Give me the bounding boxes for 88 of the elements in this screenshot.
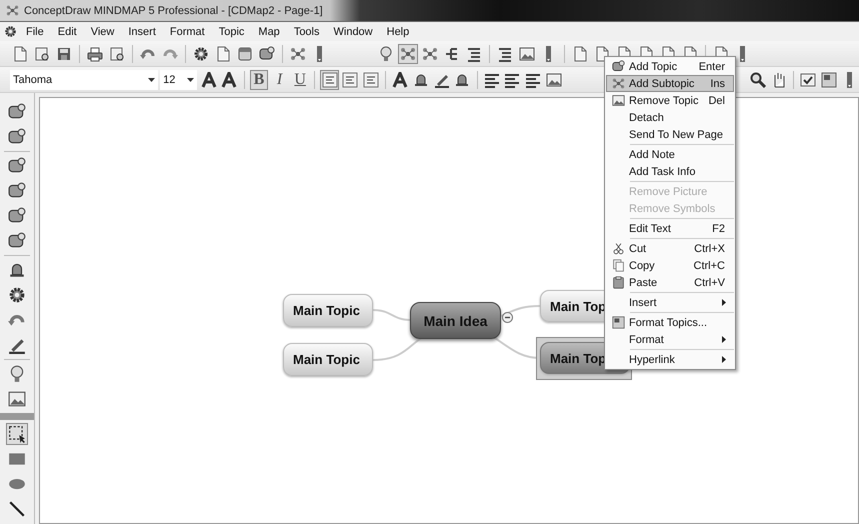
topic-node-icon[interactable] xyxy=(8,207,26,225)
central-topic-node[interactable]: Main Idea xyxy=(410,302,501,339)
bulb-icon[interactable] xyxy=(8,365,26,383)
node-cluster-icon[interactable] xyxy=(290,46,306,62)
paste-icon xyxy=(612,276,624,289)
dropdown-caret-icon xyxy=(187,78,194,82)
bell-icon[interactable] xyxy=(413,72,430,88)
printer-icon[interactable] xyxy=(87,46,103,62)
dropdown-caret-icon xyxy=(148,78,156,82)
menu-item[interactable]: Window xyxy=(328,24,378,38)
topic-node-icon[interactable] xyxy=(8,232,26,250)
bulb-icon[interactable] xyxy=(378,46,394,62)
topic-node[interactable]: Main Topic xyxy=(283,343,373,376)
font-size-field[interactable]: 12 xyxy=(160,70,198,90)
page-icon[interactable] xyxy=(215,46,231,62)
letter-icon[interactable] xyxy=(221,72,238,88)
menu-item[interactable]: Send To New Page xyxy=(606,126,734,143)
connector-line xyxy=(500,305,540,317)
topic-node-icon[interactable] xyxy=(8,128,26,146)
node-cluster-icon xyxy=(612,77,624,90)
text-style-button[interactable]: B xyxy=(250,70,268,90)
topic-node-icon[interactable] xyxy=(259,46,275,62)
list-icon[interactable] xyxy=(497,46,513,62)
menu-item[interactable]: Help xyxy=(382,24,414,38)
menu-item[interactable]: Edit xyxy=(52,24,82,38)
menu-item[interactable]: Paste Ctrl+V xyxy=(606,274,734,291)
topic-node-icon[interactable] xyxy=(8,103,26,121)
menu-item[interactable]: Add Subtopic Ins xyxy=(606,75,734,92)
window-title: ConceptDraw MINDMAP 5 Professional - [CDMap2 - Page-1] xyxy=(24,4,323,16)
menu-item[interactable]: Add Note xyxy=(606,146,734,163)
print-preview-icon[interactable] xyxy=(34,46,50,62)
scissors-icon xyxy=(612,242,624,255)
zoom-icon[interactable] xyxy=(750,72,766,88)
menu-item[interactable]: Cut Ctrl+X xyxy=(606,240,734,257)
selection-icon[interactable] xyxy=(8,425,26,443)
text-style-button[interactable]: U xyxy=(290,70,310,90)
text-lines-icon[interactable] xyxy=(484,72,500,88)
menu-item[interactable]: Topic xyxy=(214,24,250,38)
copy-icon xyxy=(612,259,624,272)
menu-item[interactable]: Format xyxy=(164,24,210,38)
letter-icon[interactable] xyxy=(392,72,408,88)
list-icon[interactable] xyxy=(466,46,482,62)
menu-item[interactable]: View xyxy=(86,24,120,38)
connector-line xyxy=(372,309,412,321)
format-icon xyxy=(612,316,624,329)
image-icon[interactable] xyxy=(546,72,562,88)
window-icon[interactable] xyxy=(237,46,253,62)
image-icon[interactable] xyxy=(8,390,26,408)
menu-item[interactable]: Tools xyxy=(288,24,324,38)
topic-node-icon[interactable] xyxy=(8,157,26,175)
topic-node-icon xyxy=(612,60,624,73)
collapse-icon[interactable] xyxy=(502,312,513,323)
page-icon[interactable] xyxy=(572,46,588,62)
paragraph-icon[interactable] xyxy=(322,72,338,88)
topic-node[interactable]: Main Topic xyxy=(283,294,373,327)
menu-item[interactable]: File xyxy=(21,24,49,38)
font-field[interactable]: Tahoma xyxy=(10,70,158,90)
menu-item[interactable]: Edit Text F2 xyxy=(606,220,734,237)
bell-icon[interactable] xyxy=(454,72,470,88)
image-icon[interactable] xyxy=(519,46,535,62)
print-preview-icon[interactable] xyxy=(109,46,125,62)
bell-icon[interactable] xyxy=(8,261,26,279)
text-lines-icon[interactable] xyxy=(504,72,520,88)
menu-item[interactable]: Copy Ctrl+C xyxy=(606,257,734,274)
menu-item[interactable]: Detach xyxy=(606,109,734,126)
node-cluster-icon[interactable] xyxy=(422,46,438,62)
paragraph-icon[interactable] xyxy=(362,72,379,88)
menu-item[interactable]: Remove Topic Del xyxy=(606,92,734,109)
gear-icon[interactable] xyxy=(193,46,209,62)
format-icon[interactable] xyxy=(821,72,838,88)
line-icon[interactable] xyxy=(8,500,26,518)
menu-item[interactable]: Insert xyxy=(123,24,161,38)
menu-item[interactable]: Add Task Info xyxy=(606,163,734,180)
checkbox-icon[interactable] xyxy=(800,72,816,88)
app-icon[interactable] xyxy=(6,4,19,17)
image-icon xyxy=(612,94,624,107)
menu-item[interactable]: Add Topic Enter xyxy=(606,58,734,75)
letter-icon[interactable] xyxy=(200,72,217,88)
tree-icon[interactable] xyxy=(444,46,460,62)
page-icon[interactable] xyxy=(594,46,610,62)
menu-item[interactable]: Map xyxy=(253,24,285,38)
text-lines-icon[interactable] xyxy=(525,72,541,88)
gear-icon[interactable] xyxy=(8,286,26,304)
topic-node-icon[interactable] xyxy=(8,182,26,200)
text-style-button[interactable]: I xyxy=(270,70,289,90)
paragraph-icon[interactable] xyxy=(342,72,358,88)
page-icon[interactable] xyxy=(12,46,28,62)
node-cluster-icon[interactable] xyxy=(400,46,416,62)
